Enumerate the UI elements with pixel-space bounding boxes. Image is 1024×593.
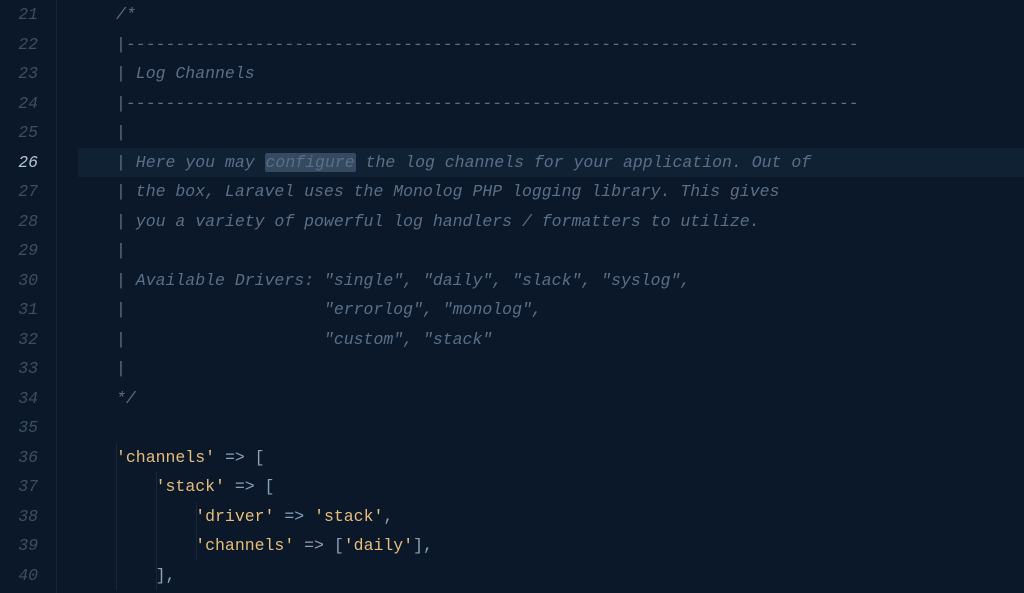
code-line[interactable]: | [78, 236, 1024, 266]
line-content: */ [116, 384, 136, 414]
line-content: 'channels' => ['daily'], [116, 531, 433, 561]
line-number: 35 [0, 413, 38, 443]
code-area[interactable]: /*|-------------------------------------… [78, 0, 1024, 593]
line-number: 23 [0, 59, 38, 89]
code-line[interactable]: 'driver' => 'stack', [78, 502, 1024, 532]
code-line[interactable]: /* [78, 0, 1024, 30]
code-line[interactable]: | you a variety of powerful log handlers… [78, 207, 1024, 237]
line-content: | Available Drivers: "single", "daily", … [116, 266, 690, 296]
code-line[interactable]: 'channels' => ['daily'], [78, 531, 1024, 561]
line-number: 33 [0, 354, 38, 384]
code-line[interactable]: | "custom", "stack" [78, 325, 1024, 355]
line-number: 27 [0, 177, 38, 207]
code-line[interactable]: |---------------------------------------… [78, 89, 1024, 119]
line-number: 29 [0, 236, 38, 266]
line-content: | "errorlog", "monolog", [116, 295, 542, 325]
line-content: |---------------------------------------… [116, 89, 859, 119]
line-number: 37 [0, 472, 38, 502]
line-content: | [116, 354, 126, 384]
line-content: |---------------------------------------… [116, 30, 859, 60]
line-number: 32 [0, 325, 38, 355]
line-number: 31 [0, 295, 38, 325]
line-content: 'channels' => [ [116, 443, 265, 473]
code-line[interactable]: |---------------------------------------… [78, 30, 1024, 60]
line-content: | you a variety of powerful log handlers… [116, 207, 760, 237]
line-content: /* [116, 0, 136, 30]
code-line[interactable]: | [78, 118, 1024, 148]
line-content: 'stack' => [ [116, 472, 274, 502]
line-number: 36 [0, 443, 38, 473]
line-content: ], [116, 561, 175, 591]
fold-column [56, 0, 78, 593]
line-number: 26 [0, 148, 38, 178]
code-line[interactable] [78, 413, 1024, 443]
code-line[interactable]: | "errorlog", "monolog", [78, 295, 1024, 325]
line-number: 38 [0, 502, 38, 532]
line-number: 22 [0, 30, 38, 60]
line-content: | [116, 236, 126, 266]
line-number: 24 [0, 89, 38, 119]
line-content: | the box, Laravel uses the Monolog PHP … [116, 177, 779, 207]
code-line[interactable]: | [78, 354, 1024, 384]
line-number: 25 [0, 118, 38, 148]
code-editor[interactable]: 2122232425262728293031323334353637383940… [0, 0, 1024, 593]
line-number-gutter: 2122232425262728293031323334353637383940 [0, 0, 56, 593]
line-number: 28 [0, 207, 38, 237]
code-line[interactable]: ], [78, 561, 1024, 591]
line-content: | Log Channels [116, 59, 255, 89]
line-number: 21 [0, 0, 38, 30]
code-line[interactable]: | Available Drivers: "single", "daily", … [78, 266, 1024, 296]
line-number: 40 [0, 561, 38, 591]
code-line[interactable]: | the box, Laravel uses the Monolog PHP … [78, 177, 1024, 207]
line-number: 39 [0, 531, 38, 561]
line-content: | [116, 118, 126, 148]
line-content: 'driver' => 'stack', [116, 502, 393, 532]
code-line[interactable]: | Log Channels [78, 59, 1024, 89]
line-content: | Here you may configure the log channel… [116, 148, 811, 178]
code-line[interactable]: 'channels' => [ [78, 443, 1024, 473]
search-highlight: configure [265, 153, 356, 172]
code-line[interactable]: | Here you may configure the log channel… [78, 148, 1024, 178]
line-number: 34 [0, 384, 38, 414]
line-content: | "custom", "stack" [116, 325, 492, 355]
code-line[interactable]: 'stack' => [ [78, 472, 1024, 502]
code-line[interactable]: */ [78, 384, 1024, 414]
line-number: 30 [0, 266, 38, 296]
